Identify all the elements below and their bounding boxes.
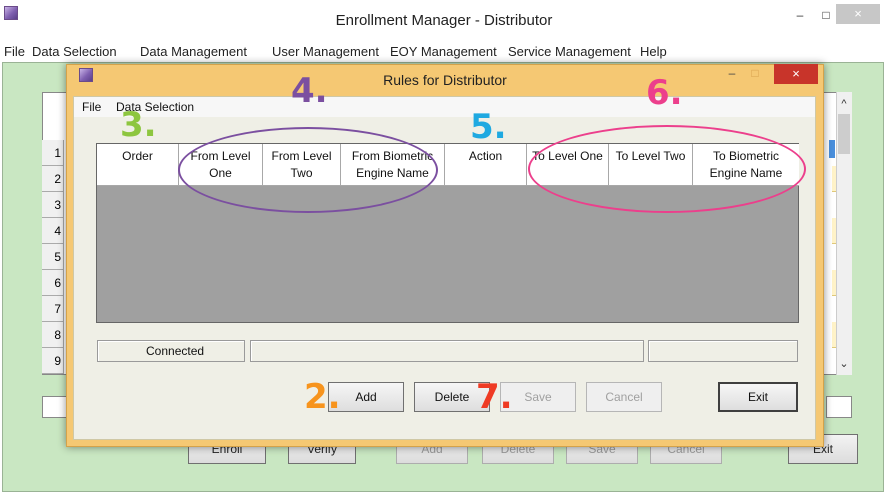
row-number: 2: [42, 166, 64, 192]
selected-cell-edge: [829, 140, 835, 158]
main-input-right[interactable]: [826, 396, 852, 418]
annotation-ellipse-from-columns: [178, 127, 438, 213]
menu-data-management[interactable]: Data Management: [140, 44, 247, 59]
menu-file[interactable]: File: [4, 44, 25, 59]
dialog-close-icon[interactable]: ×: [774, 64, 818, 84]
row-number: 3: [42, 192, 64, 218]
main-title-bar: Enrollment Manager - Distributor – □ ×: [0, 0, 888, 40]
dialog-maximize-icon[interactable]: □: [741, 64, 769, 84]
dialog-title: Rules for Distributor: [383, 72, 507, 88]
cancel-button[interactable]: Cancel: [586, 382, 662, 412]
row-number: 7: [42, 296, 64, 322]
scrollbar-thumb[interactable]: [838, 114, 850, 154]
row-number: 9: [42, 348, 64, 374]
row-number: 6: [42, 270, 64, 296]
row-number: 1: [42, 140, 64, 166]
dialog-title-bar: Rules for Distributor – □: [66, 64, 824, 96]
menu-service-management[interactable]: Service Management: [508, 44, 631, 59]
annotation-number-3: 3.: [120, 105, 157, 145]
menu-help[interactable]: Help: [640, 44, 667, 59]
column-header-action[interactable]: Action: [445, 144, 527, 186]
column-header-order[interactable]: Order: [97, 144, 179, 186]
menu-data-selection[interactable]: Data Selection: [32, 44, 117, 59]
annotation-number-6: 6.: [646, 73, 683, 113]
menu-user-management[interactable]: User Management: [272, 44, 379, 59]
status-extra: [648, 340, 798, 362]
row-number: 4: [42, 218, 64, 244]
connection-status: Connected: [97, 340, 245, 362]
annotation-ellipse-to-columns: [528, 125, 806, 213]
scroll-up-icon[interactable]: ^: [836, 96, 852, 112]
row-number: 5: [42, 244, 64, 270]
main-window-title: Enrollment Manager - Distributor: [335, 12, 553, 29]
dialog-menu-file[interactable]: File: [82, 100, 101, 114]
status-message: [250, 340, 644, 362]
scroll-down-icon[interactable]: ⌄: [836, 356, 852, 372]
annotation-number-2: 2.: [304, 377, 341, 417]
annotation-number-4: 4.: [291, 71, 328, 111]
close-icon[interactable]: ×: [836, 4, 880, 24]
annotation-number-7: 7.: [476, 377, 513, 417]
minimize-icon[interactable]: –: [786, 6, 814, 26]
row-number: 8: [42, 322, 64, 348]
menu-eoy-management[interactable]: EOY Management: [390, 44, 497, 59]
main-menu-bar: File Data Selection Data Management User…: [0, 40, 888, 62]
annotation-number-5: 5.: [470, 107, 507, 147]
exit-button[interactable]: Exit: [718, 382, 798, 412]
